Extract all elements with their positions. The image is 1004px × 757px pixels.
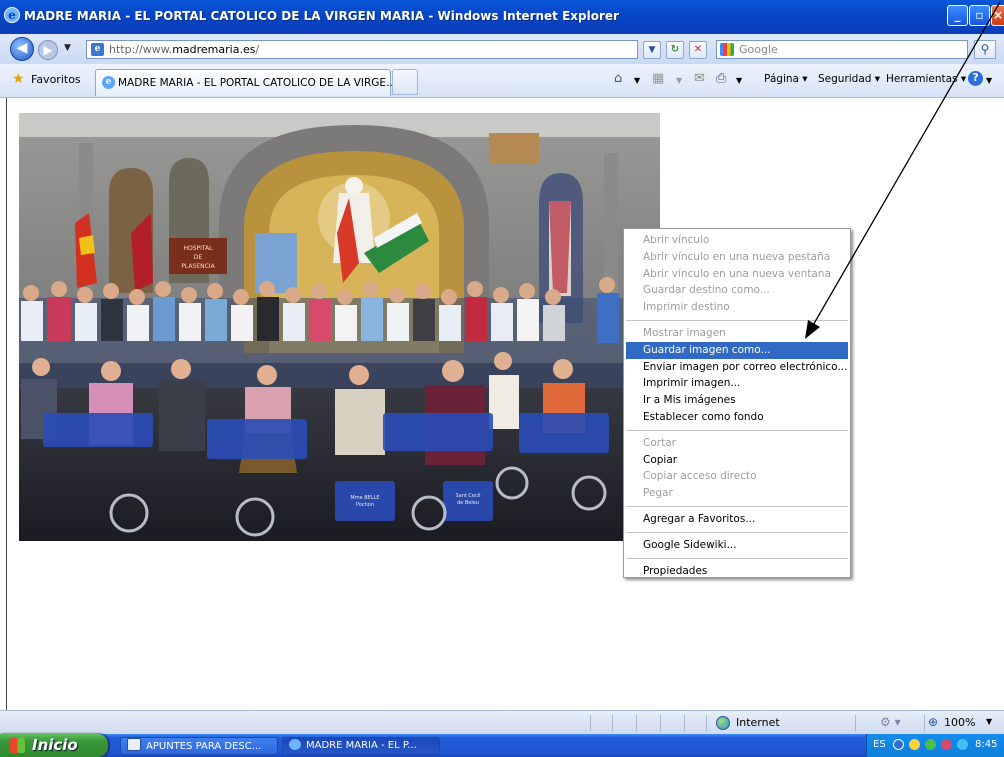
zoom-level[interactable]: 100%: [944, 716, 975, 729]
windows-logo-icon: [10, 738, 25, 753]
protected-mode-icon[interactable]: ⚙ ▾: [880, 715, 901, 729]
tray-back-icon[interactable]: [893, 739, 904, 750]
security-zone-label: Internet: [736, 716, 780, 729]
tray-security-icon[interactable]: [925, 739, 936, 750]
windows-taskbar: Inicio APUNTES PARA DESC... MADRE MARIA …: [0, 734, 1004, 757]
tray-arrow-icon[interactable]: [957, 739, 968, 750]
zoom-icon[interactable]: ⊕: [928, 715, 938, 729]
taskbar-item-ie[interactable]: MADRE MARIA - EL P...: [282, 737, 440, 755]
taskbar-item-word[interactable]: APUNTES PARA DESC...: [120, 737, 278, 755]
status-bar: Internet ⚙ ▾ ⊕ 100% ▼: [0, 710, 1004, 734]
tray-network-icon[interactable]: [909, 739, 920, 750]
start-label: Inicio: [32, 736, 78, 754]
language-indicator[interactable]: ES: [873, 739, 886, 750]
system-tray: ES 8:45: [866, 734, 1004, 757]
tray-app-icon[interactable]: [941, 739, 952, 750]
zoom-dropdown-arrow[interactable]: ▼: [986, 717, 992, 726]
word-doc-icon: [127, 738, 141, 751]
clock: 8:45: [975, 739, 998, 750]
taskbar-item-label: APUNTES PARA DESC...: [146, 741, 262, 752]
start-button[interactable]: Inicio: [0, 734, 108, 757]
ie-icon: [289, 739, 301, 750]
annotation-arrow: [805, 1, 1001, 339]
taskbar-item-label: MADRE MARIA - EL P...: [306, 740, 417, 751]
internet-zone-icon: [716, 716, 730, 730]
